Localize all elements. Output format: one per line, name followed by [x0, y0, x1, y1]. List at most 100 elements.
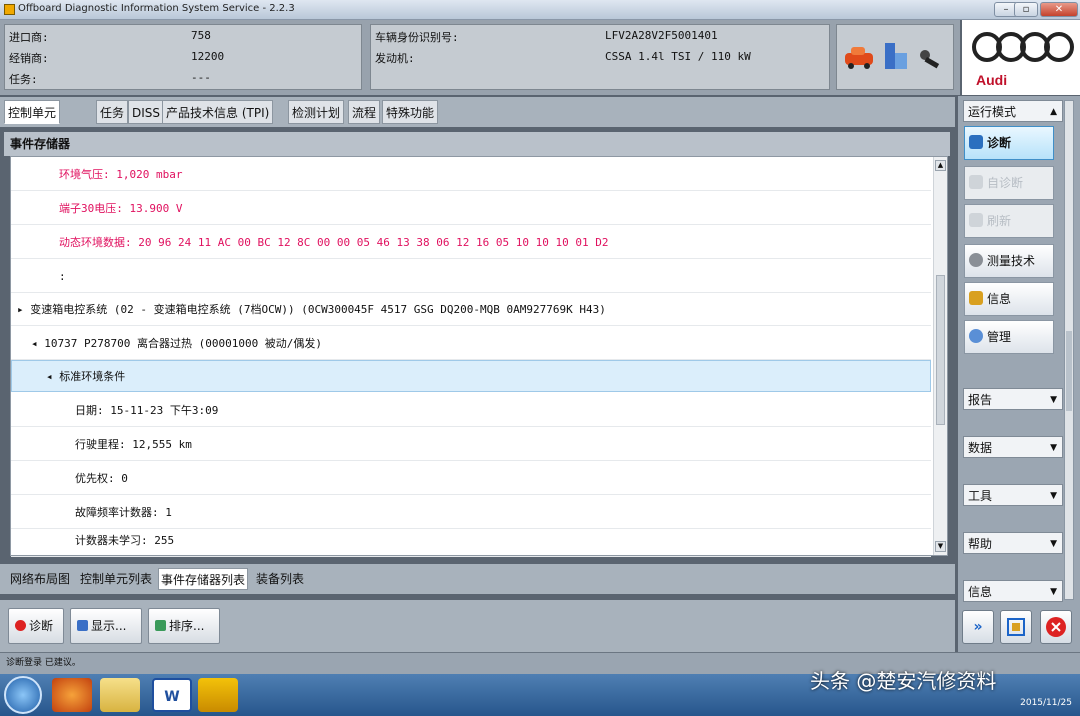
event-line-unlearn-counter: 计数器未学习: 255 — [11, 525, 931, 557]
event-memory-list[interactable]: 环境气压: 1,020 mbar 端子30电压: 13.900 V 动态环境数据… — [10, 156, 948, 557]
stethoscope-icon — [969, 135, 983, 149]
title-bar: Offboard Diagnostic Information System S… — [0, 0, 1080, 20]
chevron-down-icon: ▼ — [1050, 539, 1057, 549]
tree-node-fault-code[interactable]: ◂ 10737 P278700 离合器过热 (00001000 被动/偶发) — [11, 328, 931, 360]
book-icon — [969, 291, 983, 305]
connection-icons — [836, 24, 954, 90]
tree-node-environment[interactable]: ◂ 标准环境条件 — [11, 360, 931, 392]
chevron-down-icon: ▼ — [1050, 587, 1057, 597]
dealer-label: 经销商: — [9, 52, 49, 65]
tab-test-plan[interactable]: 检测计划 — [288, 100, 345, 124]
panel-title: 事件存储器 — [4, 132, 950, 156]
event-line-voltage: 端子30电压: 13.900 V — [11, 193, 931, 225]
tab-network-layout[interactable]: 网络布局图 — [8, 568, 72, 590]
tab-tasks[interactable]: 任务 — [96, 100, 129, 124]
scroll-down-icon[interactable]: ▼ — [935, 541, 946, 552]
word-icon[interactable]: W — [152, 678, 192, 712]
sort-button[interactable]: 排序... — [148, 608, 220, 644]
engine-label: 发动机: — [375, 52, 415, 65]
gauge-icon — [969, 253, 983, 267]
importer-label: 进口商: — [9, 31, 49, 44]
mode-measurement-button[interactable]: 测量技术 — [964, 244, 1054, 278]
task-label: 任务: — [9, 73, 38, 86]
stop-icon — [15, 620, 26, 631]
watermark: 头条 @楚安汽修资料 — [810, 669, 997, 693]
fullscreen-icon[interactable] — [1000, 610, 1032, 644]
section-info-label: 信息 — [968, 585, 993, 599]
event-line-date: 日期: 15-11-23 下午3:09 — [11, 395, 931, 427]
mode-measurement-label: 测量技术 — [987, 254, 1036, 268]
tab-event-memory-list[interactable]: 事件存储器列表 — [158, 568, 249, 590]
event-line-pressure: 环境气压: 1,020 mbar — [11, 159, 931, 191]
section-info[interactable]: 信息 ▼ — [963, 580, 1063, 602]
engine-value: CSSA 1.4l TSI / 110 kW — [605, 50, 751, 63]
event-line-mileage: 行驶里程: 12,555 km — [11, 429, 931, 461]
odis-icon[interactable] — [198, 678, 238, 712]
mode-diagnose-button[interactable]: 诊断 — [964, 126, 1054, 160]
tab-equipment-list[interactable]: 装备列表 — [254, 568, 306, 590]
tab-diss[interactable]: DISS — [128, 100, 165, 124]
mode-self-diagnosis-button[interactable]: 自诊断 — [964, 166, 1054, 200]
mode-flash-label: 刷新 — [987, 214, 1012, 228]
section-report-label: 报告 — [968, 393, 993, 407]
tree-node-transmission[interactable]: ▸ 变速箱电控系统 (02 - 变速箱电控系统 (7档OCW)) (0CW300… — [11, 294, 931, 326]
mode-info-label: 信息 — [987, 292, 1012, 306]
action-bar: 诊断 显示... 排序... — [0, 600, 955, 652]
tab-control-unit-list[interactable]: 控制单元列表 — [78, 568, 154, 590]
tab-process[interactable]: 流程 — [348, 100, 381, 124]
display-icon — [77, 620, 88, 631]
restore-button[interactable]: ▫ — [1014, 2, 1038, 17]
forward-icon[interactable]: » — [962, 610, 994, 644]
tab-special-functions[interactable]: 特殊功能 — [382, 100, 439, 124]
computer-icon — [885, 43, 907, 69]
section-help[interactable]: 帮助 ▼ — [963, 532, 1063, 554]
vehicle-info-header: 进口商: 758 经销商: 12200 任务: --- 车辆身份识别号: LFV… — [0, 20, 960, 95]
car-icon — [845, 47, 873, 69]
firefox-icon[interactable] — [52, 678, 92, 712]
folder-icon[interactable] — [100, 678, 140, 712]
importer-value: 758 — [191, 29, 211, 42]
event-list-scrollbar[interactable]: ▲ ▼ — [933, 157, 947, 555]
mode-admin-button[interactable]: 管理 — [964, 320, 1054, 354]
section-tools[interactable]: 工具 ▼ — [963, 484, 1063, 506]
section-tools-label: 工具 — [968, 489, 993, 503]
mode-info-button[interactable]: 信息 — [964, 282, 1054, 316]
section-data-label: 数据 — [968, 441, 993, 455]
audi-logo: Audi — [962, 20, 1080, 95]
self-diagnosis-icon — [969, 175, 983, 189]
chevron-down-icon: ▼ — [1050, 395, 1057, 405]
exit-icon[interactable] — [1040, 610, 1072, 644]
diagnose-button[interactable]: 诊断 — [8, 608, 64, 644]
mode-self-diagnosis-label: 自诊断 — [987, 176, 1024, 190]
section-help-label: 帮助 — [968, 537, 993, 551]
sidebar-scrollbar[interactable] — [1064, 100, 1074, 600]
vin-label: 车辆身份识别号: — [375, 31, 459, 44]
sidebar-scroll-thumb[interactable] — [1066, 331, 1072, 411]
operation-mode-header[interactable]: 运行模式 ▲ — [963, 100, 1063, 122]
start-button[interactable] — [4, 676, 42, 714]
event-line-dynamic-data: 动态环境数据: 20 96 24 11 AC 00 BC 12 8C 00 00… — [11, 227, 931, 259]
diagnose-label: 诊断 — [29, 619, 54, 633]
gear-icon — [969, 329, 983, 343]
section-report[interactable]: 报告 ▼ — [963, 388, 1063, 410]
key-icon — [920, 50, 940, 69]
chevron-down-icon: ▼ — [1050, 491, 1057, 501]
scroll-up-icon[interactable]: ▲ — [935, 160, 946, 171]
clock: 2015/11/25 — [1020, 698, 1072, 708]
close-window-button[interactable]: ✕ — [1040, 2, 1078, 17]
dealer-value: 12200 — [191, 50, 225, 63]
tab-control-units[interactable]: 控制单元 — [4, 100, 61, 124]
mode-flash-button[interactable]: 刷新 — [964, 204, 1054, 238]
right-sidebar: 运行模式 ▲ 诊断 自诊断 刷新 测量技术 信息 管理 报告 ▼ 数据 ▼ 工具 ▼ 帮… — [958, 96, 1080, 652]
app-icon — [4, 4, 15, 15]
status-icons — [845, 43, 940, 69]
sort-icon — [155, 620, 166, 631]
brand-text: Audi — [976, 72, 1008, 88]
display-button[interactable]: 显示... — [70, 608, 142, 644]
event-line-separator: : — [11, 261, 931, 293]
tab-tpi[interactable]: 产品技术信息 (TPI) — [162, 100, 274, 124]
section-data[interactable]: 数据 ▼ — [963, 436, 1063, 458]
logo-ring — [1044, 32, 1074, 62]
scroll-thumb[interactable] — [936, 275, 945, 425]
main-tabs: 控制单元 任务 DISS 产品技术信息 (TPI) 检测计划 流程 特殊功能 — [0, 97, 955, 127]
